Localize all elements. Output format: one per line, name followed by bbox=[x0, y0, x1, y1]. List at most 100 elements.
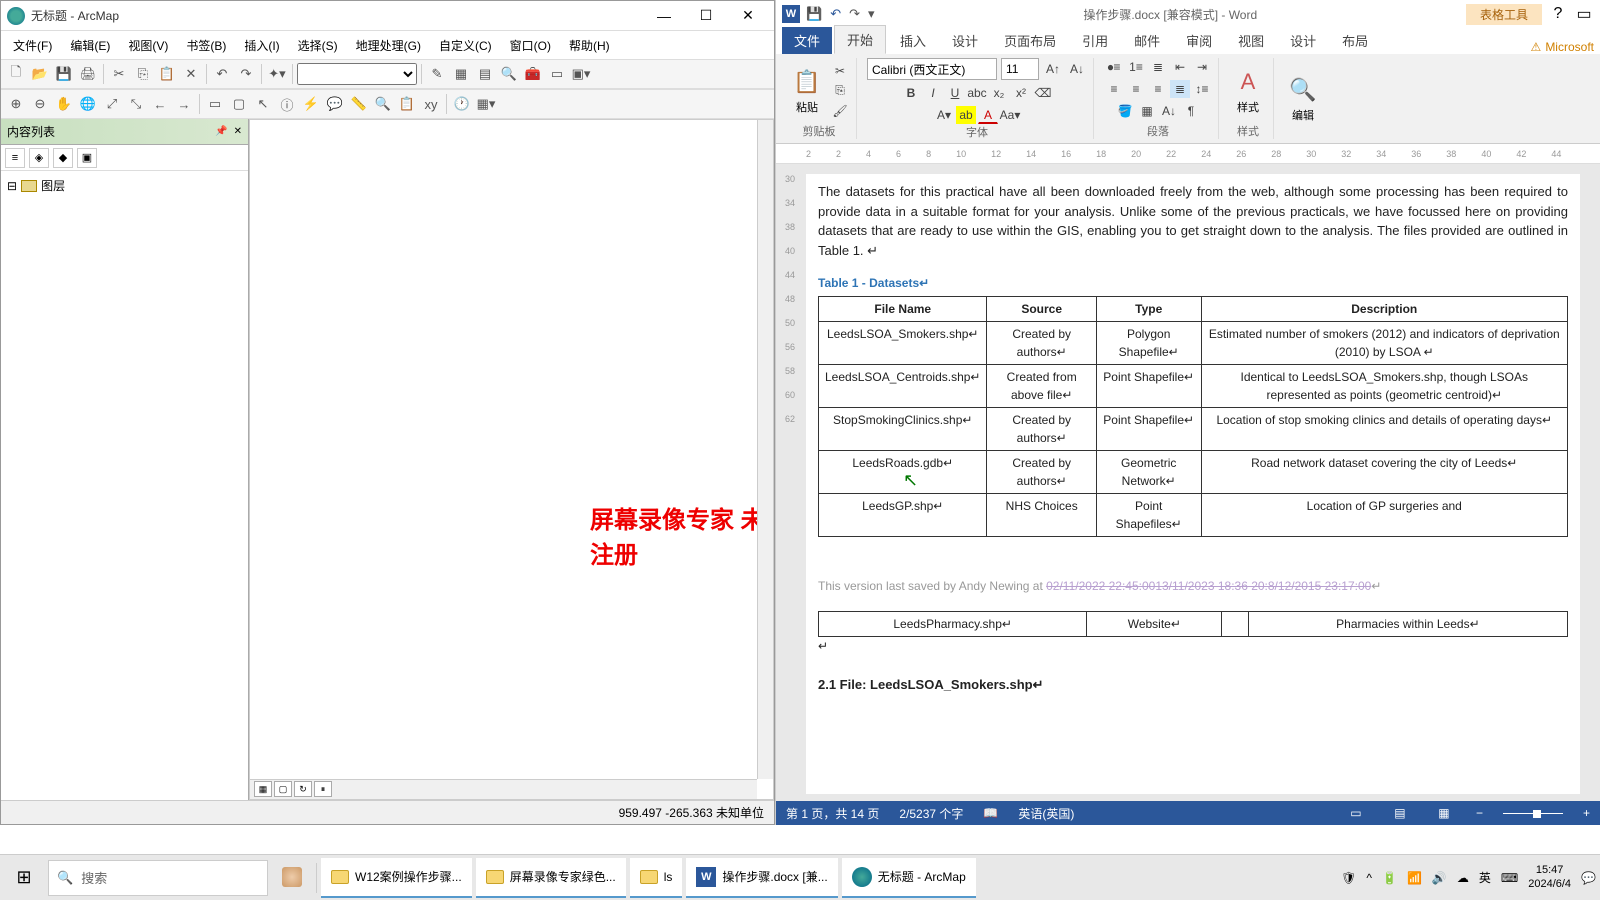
open-icon[interactable]: 📂 bbox=[29, 63, 51, 85]
save-icon[interactable]: 💾 bbox=[53, 63, 75, 85]
hyperlink-icon[interactable]: ⚡ bbox=[300, 93, 322, 115]
tab-table-design[interactable]: 设计 bbox=[1278, 27, 1328, 54]
read-mode-icon[interactable]: ▭ bbox=[1344, 804, 1368, 822]
list-by-drawing-icon[interactable]: ≡ bbox=[5, 148, 25, 168]
section-heading[interactable]: 2.1 File: LeedsLSOA_Smokers.shp↵ bbox=[818, 675, 1568, 695]
pin-icon[interactable]: 📌 bbox=[215, 126, 227, 137]
ribbon-display-icon[interactable]: ▭ bbox=[1574, 4, 1594, 24]
new-icon[interactable]: 🗋 bbox=[5, 63, 27, 85]
strikethrough-icon[interactable]: abc bbox=[967, 84, 987, 102]
time-slider-icon[interactable]: 🕐 bbox=[451, 93, 473, 115]
zoom-in-icon[interactable]: ⊕ bbox=[5, 93, 27, 115]
undo-icon[interactable]: ↶ bbox=[830, 6, 841, 22]
datasets-table[interactable]: File Name Source Type Description LeedsL… bbox=[818, 296, 1568, 537]
body-paragraph[interactable]: The datasets for this practical have all… bbox=[818, 182, 1568, 260]
grow-font-icon[interactable]: A↑ bbox=[1043, 60, 1063, 78]
layout-view-tab[interactable]: ▢ bbox=[274, 781, 292, 797]
copy-icon[interactable]: ⎘ bbox=[830, 82, 850, 100]
ime-keyboard-icon[interactable]: ⌨ bbox=[1501, 871, 1518, 885]
menu-geoprocessing[interactable]: 地理处理(G) bbox=[348, 33, 429, 58]
delete-icon[interactable]: ✕ bbox=[180, 63, 202, 85]
clear-selection-icon[interactable]: ▢ bbox=[228, 93, 250, 115]
tab-table-layout[interactable]: 布局 bbox=[1330, 27, 1380, 54]
zoom-out-icon[interactable]: − bbox=[1476, 806, 1483, 820]
menu-bookmarks[interactable]: 书签(B) bbox=[178, 33, 234, 58]
table-caption[interactable]: Table 1 - Datasets↵ bbox=[818, 274, 1568, 292]
tray-battery-icon[interactable]: 🔋 bbox=[1382, 871, 1397, 885]
page[interactable]: The datasets for this practical have all… bbox=[806, 174, 1580, 794]
show-marks-icon[interactable]: ¶ bbox=[1181, 102, 1201, 120]
multilevel-icon[interactable]: ≣ bbox=[1148, 58, 1168, 76]
tab-page-layout[interactable]: 页面布局 bbox=[992, 27, 1068, 54]
proofing-icon[interactable]: 📖 bbox=[983, 806, 998, 820]
print-layout-icon[interactable]: ▤ bbox=[1388, 804, 1412, 822]
menu-help[interactable]: 帮助(H) bbox=[561, 33, 618, 58]
save-icon[interactable]: 💾 bbox=[806, 6, 822, 22]
list-by-source-icon[interactable]: ◈ bbox=[29, 148, 49, 168]
tab-view[interactable]: 视图 bbox=[1226, 27, 1276, 54]
change-case-icon[interactable]: Aa▾ bbox=[1000, 106, 1020, 124]
tray-up-icon[interactable]: ^ bbox=[1366, 871, 1372, 885]
taskbar-dunes-icon[interactable] bbox=[272, 858, 312, 898]
start-button[interactable]: ⊞ bbox=[4, 858, 44, 898]
vertical-scrollbar[interactable] bbox=[757, 120, 773, 779]
tray-volume-icon[interactable]: 🔊 bbox=[1432, 871, 1447, 885]
table-row[interactable]: LeedsLSOA_Centroids.shp↵Created from abo… bbox=[819, 365, 1568, 408]
find-route-icon[interactable]: 📋 bbox=[396, 93, 418, 115]
signin-alert[interactable]: ⚠ Microsoft bbox=[1531, 40, 1594, 54]
highlight-icon[interactable]: ab bbox=[956, 106, 976, 124]
list-by-visibility-icon[interactable]: ◆ bbox=[53, 148, 73, 168]
tray-onedrive-icon[interactable]: ☁ bbox=[1457, 871, 1469, 885]
python-icon[interactable]: ▭ bbox=[546, 63, 568, 85]
map-canvas[interactable]: 屏幕录像专家 未注册 ▦ ▢ ↻ ⏸ bbox=[249, 119, 774, 800]
justify-icon[interactable]: ≣ bbox=[1170, 80, 1190, 98]
refresh-icon[interactable]: ↻ bbox=[294, 781, 312, 797]
full-extent-icon[interactable]: 🌐 bbox=[77, 93, 99, 115]
horizontal-scrollbar[interactable]: ▦ ▢ ↻ ⏸ bbox=[250, 779, 757, 799]
zoom-out-icon[interactable]: ⊖ bbox=[29, 93, 51, 115]
find-icon[interactable]: 🔍 bbox=[372, 93, 394, 115]
select-elements-icon[interactable]: ↖ bbox=[252, 93, 274, 115]
toc-icon[interactable]: ▦ bbox=[450, 63, 472, 85]
subscript-icon[interactable]: x₂ bbox=[989, 84, 1009, 102]
fixed-zoom-in-icon[interactable]: ⤢ bbox=[101, 93, 123, 115]
menu-window[interactable]: 窗口(O) bbox=[502, 33, 559, 58]
editor-toolbar-icon[interactable]: ✎ bbox=[426, 63, 448, 85]
table-row[interactable]: StopSmokingClinics.shp↵Created by author… bbox=[819, 408, 1568, 451]
menu-file[interactable]: 文件(F) bbox=[5, 33, 60, 58]
font-color-icon[interactable]: A bbox=[978, 106, 998, 124]
language[interactable]: 英语(英国) bbox=[1018, 805, 1074, 822]
superscript-icon[interactable]: x² bbox=[1011, 84, 1031, 102]
align-right-icon[interactable]: ≡ bbox=[1148, 80, 1168, 98]
prev-extent-icon[interactable]: ← bbox=[149, 93, 171, 115]
redo-icon[interactable]: ↷ bbox=[849, 6, 860, 22]
taskbar-item-w12[interactable]: W12案例操作步骤... bbox=[321, 858, 472, 898]
menu-view[interactable]: 视图(V) bbox=[120, 33, 176, 58]
fixed-zoom-out-icon[interactable]: ⤡ bbox=[125, 93, 147, 115]
format-painter-icon[interactable]: 🖌 bbox=[830, 102, 850, 120]
pan-icon[interactable]: ✋ bbox=[53, 93, 75, 115]
toc-tree[interactable]: ⊟ 图层 bbox=[1, 171, 248, 800]
minimize-button[interactable]: — bbox=[644, 4, 684, 28]
search-box[interactable]: 🔍 搜索 bbox=[48, 860, 268, 896]
paste-button[interactable]: 📋粘贴 bbox=[788, 65, 826, 117]
undo-icon[interactable]: ↶ bbox=[211, 63, 233, 85]
close-button[interactable]: ✕ bbox=[728, 4, 768, 28]
tab-file[interactable]: 文件 bbox=[782, 27, 832, 54]
cut-icon[interactable]: ✂ bbox=[830, 62, 850, 80]
th-type[interactable]: Type bbox=[1096, 297, 1201, 322]
borders-icon[interactable]: ▦ bbox=[1137, 102, 1157, 120]
th-filename[interactable]: File Name bbox=[819, 297, 987, 322]
table-row[interactable]: LeedsLSOA_Smokers.shp↵Created by authors… bbox=[819, 322, 1568, 365]
taskbar-item-ls[interactable]: ls bbox=[630, 858, 683, 898]
close-toc-icon[interactable]: ✕ bbox=[234, 126, 242, 137]
bullets-icon[interactable]: ⦁≡ bbox=[1104, 58, 1124, 76]
data-view-tab[interactable]: ▦ bbox=[254, 781, 272, 797]
pause-icon[interactable]: ⏸ bbox=[314, 781, 332, 797]
tab-references[interactable]: 引用 bbox=[1070, 27, 1120, 54]
taskbar-item-word[interactable]: W操作步骤.docx [兼... bbox=[686, 858, 837, 898]
catalog-icon[interactable]: ▤ bbox=[474, 63, 496, 85]
tab-mailings[interactable]: 邮件 bbox=[1122, 27, 1172, 54]
increase-indent-icon[interactable]: ⇥ bbox=[1192, 58, 1212, 76]
identify-icon[interactable]: ⓘ bbox=[276, 93, 298, 115]
